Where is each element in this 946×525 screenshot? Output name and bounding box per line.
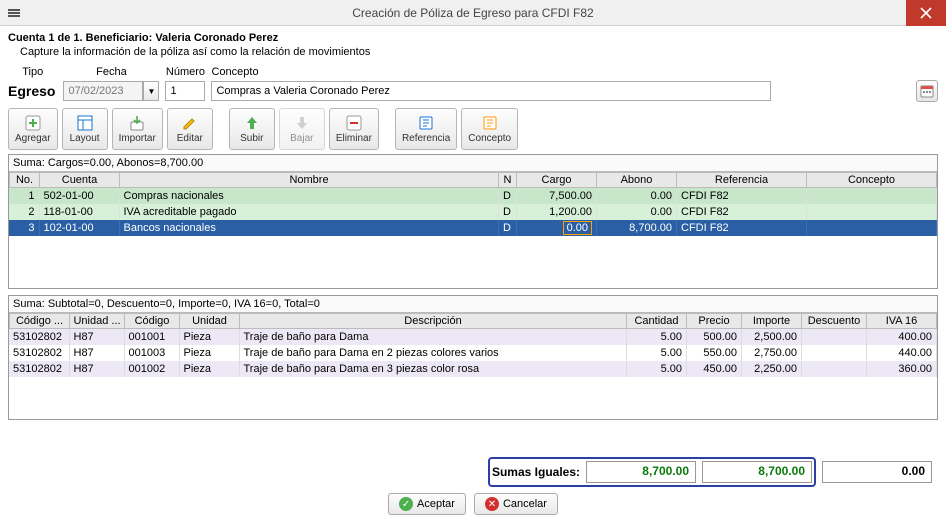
plus-icon: [24, 114, 42, 132]
sumas-iguales-label: Sumas Iguales:: [492, 465, 580, 479]
table-row[interactable]: 1502-01-00Compras nacionalesD7,500.000.0…: [9, 188, 937, 204]
col-concepto[interactable]: Concepto: [807, 173, 937, 188]
window-titlebar: Creación de Póliza de Egreso para CFDI F…: [0, 0, 946, 26]
table-row[interactable]: 53102802H87001002PiezaTraje de baño para…: [9, 361, 937, 377]
col-descripcion[interactable]: Descripción: [240, 314, 627, 329]
items-grid-wrap: Suma: Subtotal=0, Descuento=0, Importe=0…: [8, 295, 938, 420]
concepto-field[interactable]: [211, 81, 771, 101]
tipo-label: Tipo: [8, 66, 57, 78]
up-arrow-icon: [243, 114, 261, 132]
total-abonos: 8,700.00: [702, 461, 812, 483]
referencia-button[interactable]: Referencia: [395, 108, 457, 150]
col-iva16[interactable]: IVA 16: [867, 314, 937, 329]
aceptar-button[interactable]: ✓Aceptar: [388, 493, 466, 515]
beneficiary-line: Cuenta 1 de 1. Beneficiario: Valeria Cor…: [8, 32, 938, 44]
col-nombre[interactable]: Nombre: [120, 173, 499, 188]
app-icon: [6, 5, 22, 21]
fecha-field[interactable]: [63, 81, 143, 101]
toolbar: Agregar Layout Importar Editar Subir Baj…: [8, 108, 938, 150]
col-cargo[interactable]: Cargo: [517, 173, 597, 188]
items-summary: Suma: Subtotal=0, Descuento=0, Importe=0…: [9, 296, 937, 313]
totals-row: Sumas Iguales: 8,700.00 8,700.00 0.00: [8, 457, 938, 487]
fecha-label: Fecha: [63, 66, 159, 78]
import-icon: [128, 114, 146, 132]
editar-button[interactable]: Editar: [167, 108, 213, 150]
x-icon: ✕: [485, 497, 499, 511]
col-cuenta[interactable]: Cuenta: [40, 173, 120, 188]
form-row: Tipo Egreso Fecha ▼ Número Concepto: [8, 66, 938, 102]
total-diff: 0.00: [822, 461, 932, 483]
eliminar-button[interactable]: Eliminar: [329, 108, 379, 150]
down-arrow-icon: [293, 114, 311, 132]
col-cantidad[interactable]: Cantidad: [627, 314, 687, 329]
col-unidad[interactable]: Unidad: [180, 314, 240, 329]
col-abono[interactable]: Abono: [597, 173, 677, 188]
dialog-buttons: ✓Aceptar ✕Cancelar: [8, 493, 938, 519]
fecha-dropdown-button[interactable]: ▼: [143, 81, 159, 101]
tipo-value: Egreso: [8, 80, 55, 102]
subir-button[interactable]: Subir: [229, 108, 275, 150]
col-referencia[interactable]: Referencia: [677, 173, 807, 188]
close-button[interactable]: [906, 0, 946, 26]
layout-button[interactable]: Layout: [62, 108, 108, 150]
table-row[interactable]: 2118-01-00IVA acreditable pagadoD1,200.0…: [9, 204, 937, 220]
cancelar-button[interactable]: ✕Cancelar: [474, 493, 558, 515]
movements-grid-wrap: Suma: Cargos=0.00, Abonos=8,700.00 No. C…: [8, 154, 938, 289]
table-row[interactable]: 53102802H87001001PiezaTraje de baño para…: [9, 329, 937, 345]
agregar-button[interactable]: Agregar: [8, 108, 58, 150]
concepto-label: Concepto: [211, 66, 910, 78]
col-precio[interactable]: Precio: [687, 314, 742, 329]
col-codigoA[interactable]: Código ...: [10, 314, 70, 329]
calendar-button[interactable]: [916, 80, 938, 102]
total-cargos: 8,700.00: [586, 461, 696, 483]
numero-field[interactable]: [165, 81, 205, 101]
col-importe[interactable]: Importe: [742, 314, 802, 329]
items-grid[interactable]: Código ... Unidad ... Código Unidad Desc…: [9, 313, 937, 329]
instruction-line: Capture la información de la póliza así …: [20, 46, 938, 58]
table-row[interactable]: 53102802H87001003PiezaTraje de baño para…: [9, 345, 937, 361]
importar-button[interactable]: Importar: [112, 108, 163, 150]
col-unidadA[interactable]: Unidad ...: [70, 314, 125, 329]
edit-icon: [181, 114, 199, 132]
concepto-button[interactable]: Concepto: [461, 108, 518, 150]
layout-icon: [76, 114, 94, 132]
movements-grid[interactable]: No. Cuenta Nombre N Cargo Abono Referenc…: [9, 172, 937, 188]
concept-icon: [481, 114, 499, 132]
numero-label: Número: [165, 66, 205, 78]
delete-icon: [345, 114, 363, 132]
check-icon: ✓: [399, 497, 413, 511]
col-n[interactable]: N: [499, 173, 517, 188]
col-no[interactable]: No.: [10, 173, 40, 188]
reference-icon: [417, 114, 435, 132]
col-descuento[interactable]: Descuento: [802, 314, 867, 329]
window-title: Creación de Póliza de Egreso para CFDI F…: [352, 6, 593, 20]
table-row[interactable]: 3102-01-00Bancos nacionalesD0.008,700.00…: [9, 220, 937, 236]
movements-summary: Suma: Cargos=0.00, Abonos=8,700.00: [9, 155, 937, 172]
bajar-button[interactable]: Bajar: [279, 108, 325, 150]
col-codigo[interactable]: Código: [125, 314, 180, 329]
